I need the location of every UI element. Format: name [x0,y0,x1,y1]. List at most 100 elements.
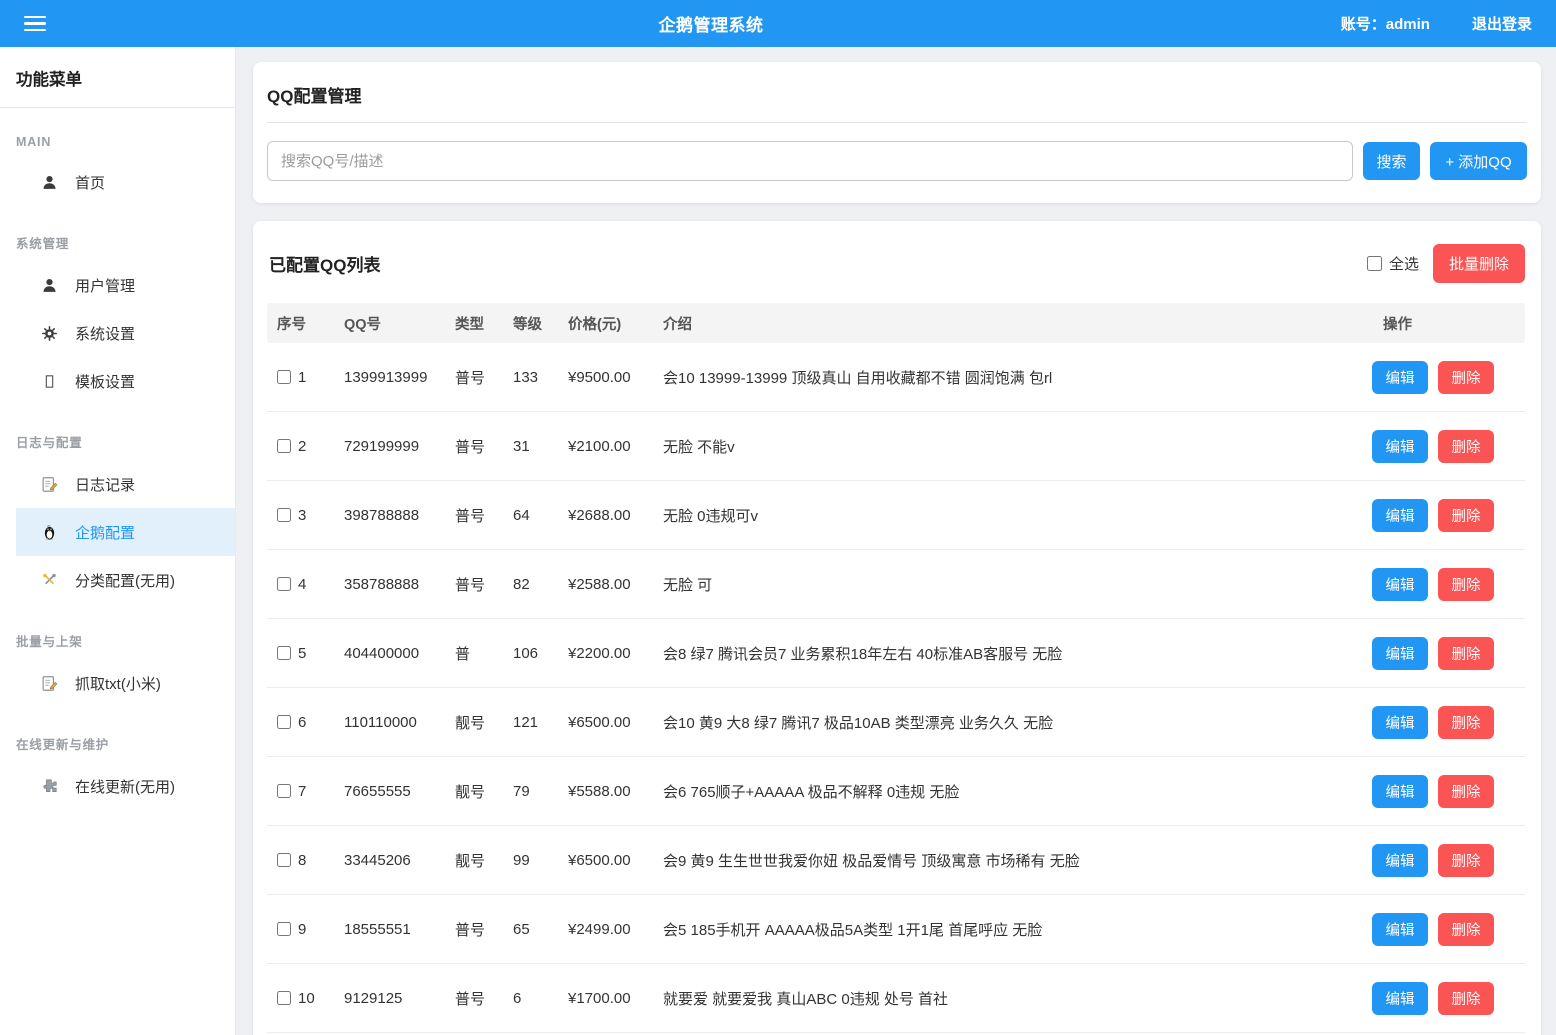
sidebar-section-label: 批量与上架 [16,631,219,650]
qq-price: ¥2200.00 [568,645,663,662]
table-row: 6110110000靓号121¥6500.00会10 黄9 大8 绿7 腾讯7 … [267,688,1525,757]
qq-description: 会6 765顺子+AAAAA 极品不解释 0违规 无脸 [663,781,1360,802]
qq-price: ¥1700.00 [568,990,663,1007]
edit-button[interactable]: 编辑 [1372,844,1428,877]
qq-price: ¥2100.00 [568,438,663,455]
sidebar-item-user-management[interactable]: 用户管理 [16,261,235,309]
qq-type: 普号 [455,505,513,526]
sidebar-item-fetch-txt[interactable]: 抓取txt(小米) [16,659,235,707]
select-all-checkbox[interactable] [1367,256,1382,271]
edit-button[interactable]: 编辑 [1372,430,1428,463]
row-checkbox[interactable] [277,715,291,729]
sidebar-item-log-records[interactable]: 日志记录 [16,460,235,508]
edit-button[interactable]: 编辑 [1372,637,1428,670]
search-button[interactable]: 搜索 [1363,142,1420,180]
sidebar-item-template-settings[interactable]: 模板设置 [16,357,235,405]
sidebar-section-label: MAIN [16,135,219,149]
delete-button[interactable]: 删除 [1438,775,1494,808]
qq-level: 133 [513,369,568,386]
table-body: 11399913999普号133¥9500.00会10 13999-13999 … [267,343,1525,1033]
row-index: 9 [298,921,306,938]
table-row: 11399913999普号133¥9500.00会10 13999-13999 … [267,343,1525,412]
delete-button[interactable]: 删除 [1438,913,1494,946]
table-row: 10 9129125普号6¥1700.00就要爱 就要爱我 真山ABC 0违规 处… [267,964,1525,1033]
delete-button[interactable]: 删除 [1438,637,1494,670]
delete-button[interactable]: 删除 [1438,430,1494,463]
qq-type: 普号 [455,988,513,1009]
col-desc: 介绍 [663,313,1360,334]
table-row: 833445206靓号99¥6500.00会9 黄9 生生世世我爱你妞 极品爱情… [267,826,1525,895]
batch-delete-button[interactable]: 批量删除 [1433,244,1525,283]
sidebar-item-system-settings[interactable]: 系统设置 [16,309,235,357]
qq-level: 64 [513,507,568,524]
select-all-label: 全选 [1389,253,1419,274]
table-row: 918555551普号65¥2499.00会5 185手机开 AAAAA极品5A… [267,895,1525,964]
qq-number: 398788888 [344,507,455,524]
qq-number: 729199999 [344,438,455,455]
row-checkbox[interactable] [277,784,291,798]
sidebar-item-label: 分类配置(无用) [75,570,175,591]
qq-type: 靓号 [455,712,513,733]
delete-button[interactable]: 删除 [1438,361,1494,394]
row-index: 7 [298,783,306,800]
qq-number: 76655555 [344,783,455,800]
placeholder-box-icon [40,372,58,390]
sidebar-item-penguin-config[interactable]: 企鹅配置 [16,508,235,556]
edit-button[interactable]: 编辑 [1372,361,1428,394]
divider [267,122,1527,123]
row-checkbox[interactable] [277,922,291,936]
qq-number: 9129125 [344,990,455,1007]
col-price: 价格(元) [568,313,663,334]
sidebar-item-home[interactable]: 首页 [16,158,235,206]
app-title: 企鹅管理系统 [659,11,764,36]
add-qq-button[interactable]: + 添加QQ [1430,142,1527,180]
logout-button[interactable]: 退出登录 [1472,13,1532,34]
edit-button[interactable]: 编辑 [1372,568,1428,601]
select-all: 全选 [1367,253,1419,274]
edit-button[interactable]: 编辑 [1372,775,1428,808]
row-index: 5 [298,645,306,662]
table-row: 5404400000普106¥2200.00会8 绿7 腾讯会员7 业务累积18… [267,619,1525,688]
row-index: 10 [298,990,315,1007]
qq-level: 6 [513,990,568,1007]
edit-button[interactable]: 编辑 [1372,982,1428,1015]
row-index: 3 [298,507,306,524]
menu-icon[interactable] [24,12,46,36]
qq-level: 99 [513,852,568,869]
edit-button[interactable]: 编辑 [1372,706,1428,739]
qq-type: 普 [455,643,513,664]
qq-description: 就要爱 就要爱我 真山ABC 0违规 处号 首社 [663,988,1360,1009]
gear-icon [40,324,58,342]
qq-type: 靓号 [455,850,513,871]
sidebar-item-category-config[interactable]: 分类配置(无用) [16,556,235,604]
penguin-icon [40,523,58,541]
search-input[interactable] [267,141,1353,181]
delete-button[interactable]: 删除 [1438,982,1494,1015]
user-icon [40,276,58,294]
row-checkbox[interactable] [277,577,291,591]
table-row: 776655555靓号79¥5588.00会6 765顺子+AAAAA 极品不解… [267,757,1525,826]
row-checkbox[interactable] [277,853,291,867]
sidebar-item-label: 企鹅配置 [75,522,135,543]
qq-number: 18555551 [344,921,455,938]
sidebar-item-label: 抓取txt(小米) [75,673,161,694]
table-header: 序号 QQ号 类型 等级 价格(元) 介绍 操作 [267,303,1525,343]
row-checkbox[interactable] [277,991,291,1005]
delete-button[interactable]: 删除 [1438,844,1494,877]
sidebar: 功能菜单 MAIN首页系统管理用户管理系统设置模板设置日志与配置日志记录企鹅配置… [0,47,236,1035]
qq-price: ¥2499.00 [568,921,663,938]
edit-button[interactable]: 编辑 [1372,913,1428,946]
row-checkbox[interactable] [277,370,291,384]
edit-button[interactable]: 编辑 [1372,499,1428,532]
qq-description: 会5 185手机开 AAAAA极品5A类型 1开1尾 首尾呼应 无脸 [663,919,1360,940]
delete-button[interactable]: 删除 [1438,706,1494,739]
row-checkbox[interactable] [277,646,291,660]
row-checkbox[interactable] [277,508,291,522]
qq-number: 110110000 [344,714,455,731]
sidebar-item-online-update[interactable]: 在线更新(无用) [16,762,235,810]
row-checkbox[interactable] [277,439,291,453]
qq-type: 靓号 [455,781,513,802]
sidebar-heading: 功能菜单 [0,47,235,108]
delete-button[interactable]: 删除 [1438,568,1494,601]
delete-button[interactable]: 删除 [1438,499,1494,532]
